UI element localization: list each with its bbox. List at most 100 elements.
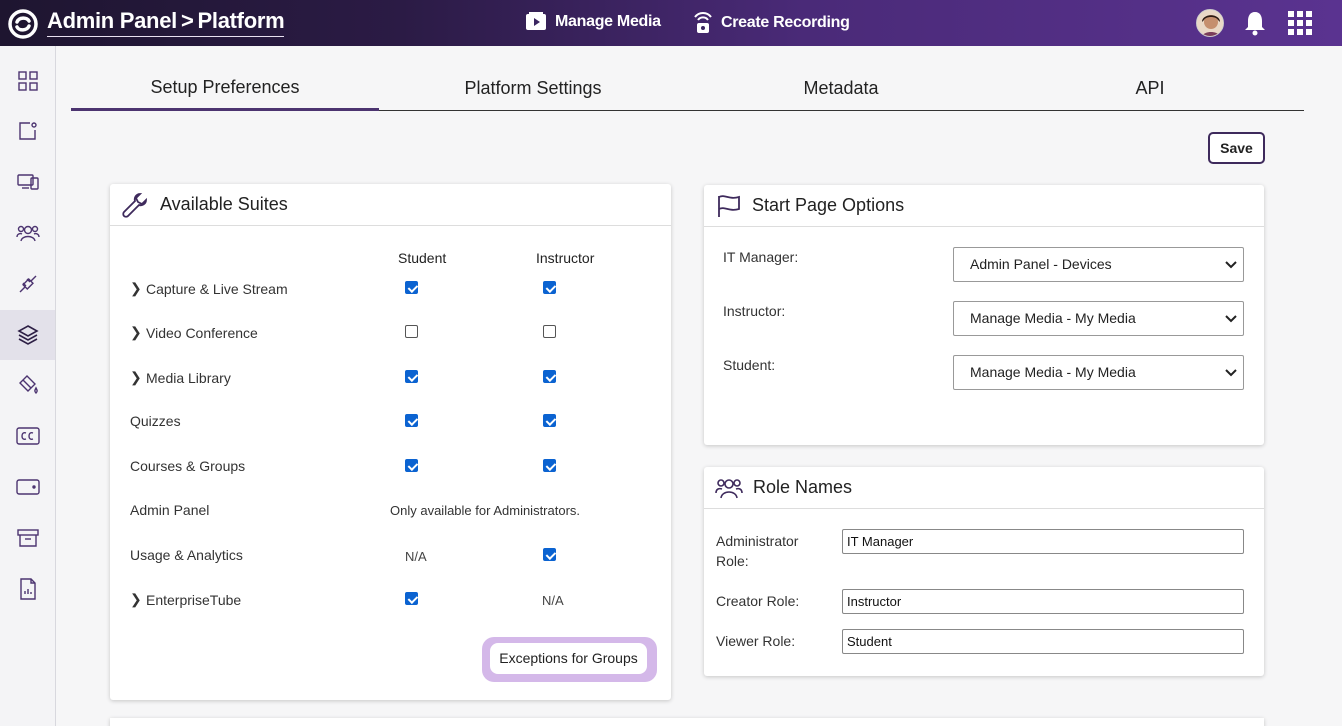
checkbox-quizzes-instructor[interactable] <box>543 414 556 427</box>
checkbox-media-library-instructor[interactable] <box>543 370 556 383</box>
student-start-page-select[interactable]: Manage Media - My Media <box>953 355 1244 390</box>
create-recording-button[interactable]: Create Recording <box>691 11 850 35</box>
manage-media-label: Manage Media <box>555 13 661 30</box>
suite-label: Capture & Live Stream <box>146 280 288 297</box>
sidebar-item-reports[interactable] <box>0 564 55 614</box>
avatar-icon <box>1197 10 1223 36</box>
instructor-start-page-select[interactable]: Manage Media - My Media <box>953 301 1244 336</box>
chevron-right-icon: ❯ <box>130 324 142 340</box>
creator-role-label: Creator Role: <box>716 593 800 609</box>
suite-row-video-conference[interactable]: ❯ Video Conference <box>130 324 258 341</box>
create-recording-label: Create Recording <box>721 14 850 31</box>
checkbox-usage-instructor[interactable] <box>543 548 556 561</box>
checkbox-video-conference-instructor[interactable] <box>543 325 556 338</box>
tab-api[interactable]: API <box>996 70 1304 111</box>
checkbox-quizzes-student[interactable] <box>405 414 418 427</box>
chevron-right-icon: ❯ <box>130 591 142 607</box>
suite-label: Admin Panel <box>130 502 210 518</box>
notifications-bell-icon[interactable] <box>1243 10 1267 36</box>
checkbox-enterprisetube-student[interactable] <box>405 592 418 605</box>
user-avatar[interactable] <box>1196 9 1224 37</box>
next-section-card <box>110 718 1264 726</box>
sidebar-item-devices[interactable] <box>0 157 55 207</box>
start-page-options-title: Start Page Options <box>752 195 905 215</box>
users-icon <box>15 225 40 242</box>
suite-label: Video Conference <box>146 324 258 341</box>
chevron-down-icon <box>1225 315 1237 323</box>
checkbox-media-library-student[interactable] <box>405 370 418 383</box>
suite-row-usage-analytics: Usage & Analytics <box>130 547 243 563</box>
checkbox-courses-instructor[interactable] <box>543 459 556 472</box>
chevron-down-icon <box>1225 261 1237 269</box>
viewer-role-input[interactable]: Student <box>842 629 1244 654</box>
media-icon <box>526 12 546 30</box>
devices-icon <box>16 174 39 190</box>
layers-icon <box>16 325 39 345</box>
role-names-header: Role Names <box>704 467 1264 509</box>
manage-media-button[interactable]: Manage Media <box>525 11 661 33</box>
student-label: Student: <box>723 357 776 373</box>
creator-role-input[interactable]: Instructor <box>842 589 1244 614</box>
sidebar-item-branding[interactable] <box>0 360 55 410</box>
suite-row-quizzes: Quizzes <box>130 413 181 429</box>
tab-setup-preferences[interactable]: Setup Preferences <box>71 70 379 111</box>
sidebar-item-archive[interactable] <box>0 513 55 563</box>
app-launcher-grid-icon[interactable] <box>1288 11 1312 35</box>
tab-bar: Setup Preferences Platform Settings Meta… <box>71 70 1304 111</box>
not-applicable-text: N/A <box>405 549 427 564</box>
tab-platform-settings[interactable]: Platform Settings <box>379 70 687 111</box>
available-suites-card: Available Suites Student Instructor ❯ Ca… <box>110 184 671 700</box>
paint-bucket-icon <box>18 375 38 394</box>
sidebar-item-users[interactable] <box>0 208 55 258</box>
start-page-options-card: Start Page Options IT Manager: Admin Pan… <box>704 185 1264 445</box>
checkbox-video-conference-student[interactable] <box>405 325 418 338</box>
tab-metadata[interactable]: Metadata <box>687 70 995 111</box>
save-button[interactable]: Save <box>1208 132 1265 164</box>
sidebar-item-integrations[interactable] <box>0 259 55 309</box>
suite-row-enterprisetube[interactable]: ❯ EnterpriseTube <box>130 591 241 608</box>
instructor-label: Instructor: <box>723 303 786 319</box>
sidebar-item-billing[interactable] <box>0 462 55 512</box>
new-item-icon <box>18 122 37 140</box>
integrations-icon <box>19 275 36 293</box>
suite-label: Courses & Groups <box>130 458 246 474</box>
role-names-card: Role Names Administrator Role: IT Manage… <box>704 467 1264 676</box>
suite-label: Usage & Analytics <box>130 547 243 563</box>
sidebar-item-captions[interactable] <box>0 411 55 461</box>
admin-only-note: Only available for Administrators. <box>390 503 581 518</box>
sidebar <box>0 46 56 726</box>
archive-icon <box>16 529 39 547</box>
administrator-role-input[interactable]: IT Manager <box>842 529 1244 554</box>
dashboard-icon <box>17 71 38 91</box>
breadcrumb-admin-panel[interactable]: Admin Panel <box>47 8 177 33</box>
checkbox-capture-instructor[interactable] <box>543 281 556 294</box>
card-icon <box>15 479 40 495</box>
logo-icon[interactable] <box>7 8 39 40</box>
checkbox-capture-student[interactable] <box>405 281 418 294</box>
it-manager-start-page-select[interactable]: Admin Panel - Devices <box>953 247 1244 282</box>
column-header-instructor: Instructor <box>536 250 595 266</box>
suite-row-media-library[interactable]: ❯ Media Library <box>130 369 231 386</box>
sidebar-item-new[interactable] <box>0 106 55 156</box>
chevron-right-icon: ❯ <box>130 280 142 296</box>
chevron-down-icon <box>1225 369 1237 377</box>
suite-label: Quizzes <box>130 413 181 429</box>
role-names-title: Role Names <box>753 477 853 497</box>
suite-row-admin-panel: Admin Panel <box>130 502 209 518</box>
select-value: Manage Media - My Media <box>970 310 1136 326</box>
checkbox-courses-student[interactable] <box>405 459 418 472</box>
wrench-icon <box>122 192 147 218</box>
users-icon <box>715 478 743 498</box>
sidebar-item-suites[interactable] <box>0 310 55 360</box>
suite-label: EnterpriseTube <box>146 591 242 608</box>
recording-icon <box>694 12 712 33</box>
suite-row-capture-live-stream[interactable]: ❯ Capture & Live Stream <box>130 280 288 297</box>
breadcrumb-platform: Platform <box>197 8 285 33</box>
select-value: Admin Panel - Devices <box>970 256 1112 272</box>
exceptions-highlight: Exceptions for Groups <box>482 637 657 682</box>
breadcrumb-separator: > <box>180 8 194 33</box>
select-value: Manage Media - My Media <box>970 364 1136 380</box>
breadcrumb: Admin Panel > Platform <box>47 8 285 37</box>
sidebar-item-dashboard[interactable] <box>0 56 55 106</box>
exceptions-for-groups-button[interactable]: Exceptions for Groups <box>490 643 647 674</box>
